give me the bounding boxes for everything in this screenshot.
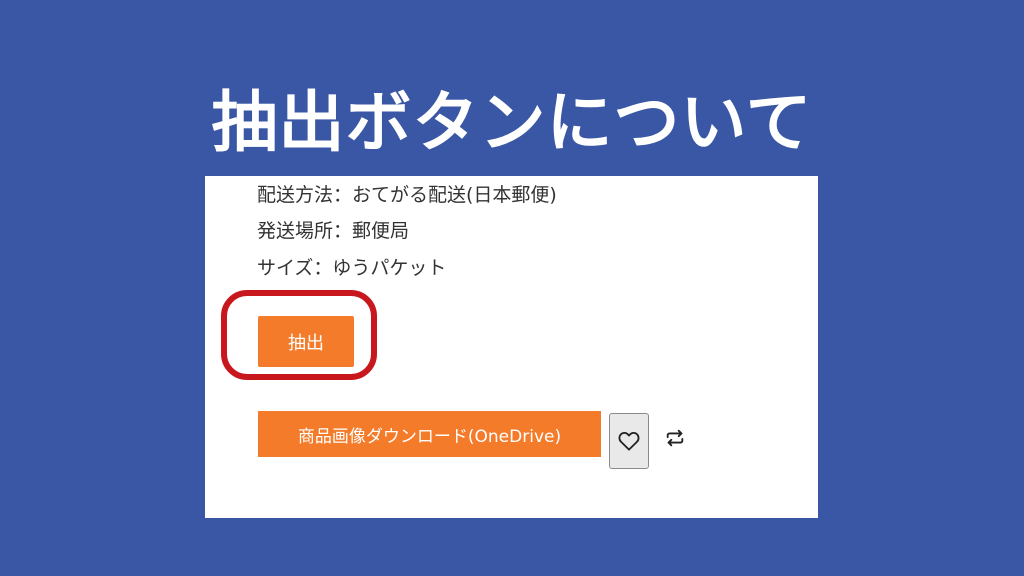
- repost-button[interactable]: [661, 424, 689, 452]
- extract-button[interactable]: 抽出: [258, 316, 354, 367]
- heart-icon: [618, 431, 640, 451]
- page-title: 抽出ボタンについて: [211, 84, 813, 161]
- shipping-method-text: 配送方法：おてがる配送(日本郵便): [257, 184, 557, 206]
- repeat-icon: [666, 429, 684, 447]
- favorite-button[interactable]: [609, 413, 649, 469]
- download-images-button[interactable]: 商品画像ダウンロード(OneDrive): [258, 411, 601, 457]
- size-text: サイズ：ゆうパケット: [257, 257, 447, 279]
- product-panel: 配送方法：おてがる配送(日本郵便) 発送場所：郵便局 サイズ：ゆうパケット 抽出…: [205, 176, 818, 518]
- shipping-origin-text: 発送場所：郵便局: [257, 220, 410, 242]
